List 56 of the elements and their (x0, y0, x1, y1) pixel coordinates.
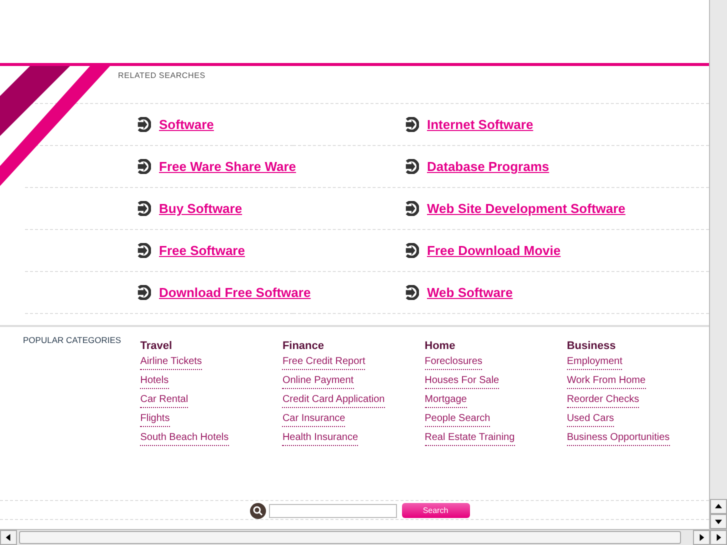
triangle-arrow-icon[interactable] (715, 534, 722, 541)
category-link[interactable]: Hotels (140, 375, 169, 389)
search-link[interactable]: Free Ware Share Ware (159, 159, 296, 174)
category-heading: Travel (140, 340, 174, 352)
category-link[interactable]: Airline Tickets (140, 356, 202, 370)
search-link[interactable]: Free Software (159, 243, 245, 258)
search-link[interactable]: Download Free Software (159, 285, 311, 300)
search-link[interactable]: Internet Software (427, 117, 534, 132)
arrow-bullet-icon (136, 243, 151, 258)
category-link[interactable]: Employment (566, 356, 622, 370)
triangle-arrow-icon[interactable] (715, 518, 722, 525)
category-link[interactable]: Credit Card Application (282, 394, 385, 408)
category-link[interactable]: South Beach Hotels (140, 432, 229, 446)
category-link[interactable]: Used Cars (566, 413, 614, 427)
category-link[interactable]: Online Payment (282, 375, 354, 389)
arrow-bullet-icon (404, 285, 419, 300)
vertical-scrollbar[interactable] (709, 0, 727, 529)
category-heading: Home (424, 340, 456, 352)
category-heading: Finance (282, 340, 326, 352)
search-button[interactable]: Search (402, 503, 470, 518)
category-link[interactable]: Car Rental (140, 394, 188, 408)
category-link[interactable]: Houses For Sale (424, 375, 500, 389)
triangle-arrow-icon[interactable] (698, 534, 705, 541)
section-label: POPULAR CATEGORIES (23, 335, 122, 347)
search-link[interactable]: Database Programs (427, 159, 550, 174)
category-link[interactable]: Reorder Checks (566, 394, 640, 408)
arrow-bullet-icon (136, 159, 151, 174)
category-link[interactable]: Car Insurance (282, 413, 346, 427)
search-link[interactable]: Software (159, 117, 214, 132)
category-link[interactable]: Mortgage (424, 394, 467, 408)
search-icon (250, 502, 266, 518)
arrow-bullet-icon (404, 159, 419, 174)
category-link[interactable]: Free Credit Report (282, 356, 366, 370)
triangle-arrow-icon[interactable] (715, 503, 722, 510)
triangle-arrow-icon[interactable] (5, 534, 12, 541)
category-heading: Business (566, 340, 617, 352)
search-link[interactable]: Web Software (427, 285, 513, 300)
category-link[interactable]: Flights (140, 413, 170, 427)
arrow-bullet-icon (136, 285, 151, 300)
arrow-bullet-icon (136, 117, 151, 132)
category-link[interactable]: Foreclosures (424, 356, 482, 370)
arrow-bullet-icon (404, 243, 419, 258)
category-link[interactable]: Business Opportunities (566, 432, 670, 446)
horizontal-scrollbar[interactable] (0, 529, 727, 545)
category-link[interactable]: Real Estate Training (424, 432, 515, 446)
arrow-bullet-icon (136, 201, 151, 216)
search-link[interactable]: Web Site Development Software (427, 201, 626, 216)
search-field[interactable] (268, 504, 396, 518)
search-link[interactable]: Buy Software (159, 201, 242, 216)
search-link[interactable]: Free Download Movie (427, 243, 561, 258)
category-link[interactable]: Health Insurance (282, 432, 358, 446)
arrow-bullet-icon (404, 117, 419, 132)
arrow-bullet-icon (404, 201, 419, 216)
section-label: RELATED SEARCHES (118, 71, 206, 82)
category-link[interactable]: Work From Home (566, 375, 646, 389)
category-link[interactable]: People Search (424, 413, 490, 427)
